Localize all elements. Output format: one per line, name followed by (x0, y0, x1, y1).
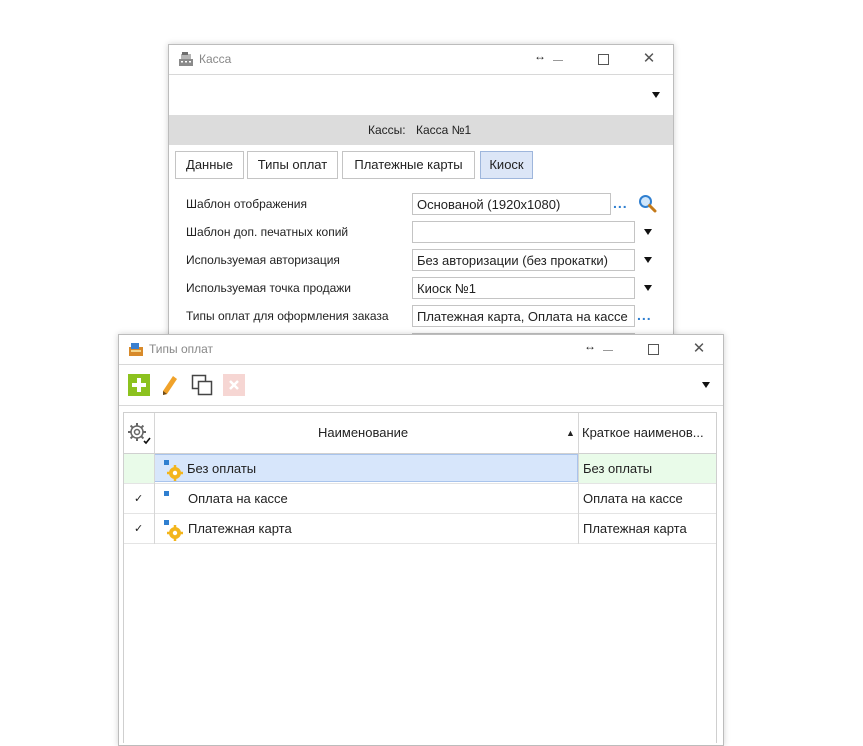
field-label-print-copies: Шаблон доп. печатных копий (186, 225, 349, 239)
kassa-top-selector[interactable] (169, 74, 673, 116)
header-separator (154, 413, 155, 453)
point-of-sale-field[interactable]: Киоск №1 (412, 277, 635, 299)
column-settings-gear-icon[interactable] (127, 422, 151, 446)
resize-arrows-icon[interactable]: ↔ (584, 339, 596, 353)
chevron-down-icon[interactable] (702, 382, 710, 388)
maximize-button[interactable] (648, 344, 659, 355)
payment-types-grid: Наименование ▲ Краткое наименов... Без о… (123, 412, 717, 743)
row-short-name: Без оплаты (583, 461, 653, 476)
add-icon[interactable] (128, 374, 150, 396)
row-short-name: Оплата на кассе (583, 491, 683, 506)
payment-types-titlebar[interactable]: Типы оплат ↔ ✕ (119, 335, 723, 363)
kassa-title: Касса (199, 52, 232, 66)
header-separator (578, 413, 579, 453)
kassy-value: Касса №1 (416, 123, 472, 137)
column-separator (154, 454, 155, 544)
row-check-cell[interactable] (124, 454, 154, 483)
print-copies-field[interactable] (412, 221, 635, 243)
kassa-window: Касса ↔ ✕ Кассы: Касса №1 Данные Типы оп… (168, 44, 674, 366)
field-label-payment-types: Типы оплат для оформления заказа (186, 309, 389, 323)
minimize-button[interactable] (553, 60, 563, 61)
gear-badge-icon (164, 460, 183, 481)
maximize-button[interactable] (598, 54, 609, 65)
field-label-template: Шаблон отображения (186, 197, 307, 211)
kassy-label: Кассы: (368, 123, 406, 137)
field-label-point-of-sale: Используемая точка продажи (186, 281, 351, 295)
minimize-button[interactable] (603, 350, 613, 351)
payment-types-window: Типы оплат ↔ ✕ Наименование ▲ Краткое на… (118, 334, 724, 746)
authorization-field[interactable]: Без авторизации (без прокатки) (412, 249, 635, 271)
payment-types-app-icon (129, 343, 143, 356)
tab-kiosk[interactable]: Киоск (480, 151, 533, 179)
chevron-down-icon[interactable] (652, 92, 660, 98)
close-button[interactable]: ✕ (639, 49, 659, 69)
table-row[interactable]: ✓ Оплата на кассе Оплата на кассе (124, 484, 716, 514)
delete-icon[interactable] (223, 374, 245, 396)
template-ellipsis-button[interactable]: ... (613, 195, 628, 211)
kassy-bar: Кассы: Касса №1 (169, 115, 673, 145)
row-name: Платежная карта (188, 521, 292, 536)
column-header-name[interactable]: Наименование (318, 413, 408, 453)
payment-types-ellipsis-button[interactable]: ... (637, 307, 652, 323)
field-label-authorization: Используемая авторизация (186, 253, 340, 267)
chevron-down-icon[interactable] (644, 257, 652, 263)
row-short-name: Платежная карта (583, 521, 687, 536)
column-header-short-name[interactable]: Краткое наименов... (582, 413, 704, 453)
kassa-titlebar[interactable]: Касса ↔ ✕ (169, 45, 673, 73)
gear-badge-icon (164, 520, 183, 541)
tab-platezhnye-karty[interactable]: Платежные карты (342, 151, 475, 179)
resize-arrows-icon[interactable]: ↔ (534, 49, 546, 63)
payment-types-toolbar (119, 364, 723, 406)
template-field[interactable]: Основаной (1920x1080) (412, 193, 611, 215)
column-separator (578, 454, 579, 544)
row-name: Без оплаты (187, 461, 257, 476)
close-button[interactable]: ✕ (689, 339, 709, 359)
edit-pencil-icon[interactable] (159, 374, 181, 396)
row-checkbox[interactable]: ✓ (134, 492, 143, 505)
tab-dannye[interactable]: Данные (175, 151, 244, 179)
row-name: Оплата на кассе (188, 491, 288, 506)
cash-register-icon (179, 52, 193, 66)
payment-types-field[interactable]: Платежная карта, Оплата на кассе (412, 305, 635, 327)
table-row[interactable]: ✓ Платежная карта Платежная карта (124, 514, 716, 544)
sort-ascending-icon[interactable]: ▲ (566, 413, 575, 453)
tab-tipy-oplat[interactable]: Типы оплат (247, 151, 338, 179)
grid-header: Наименование ▲ Краткое наименов... (124, 413, 716, 454)
payment-types-title: Типы оплат (149, 342, 214, 356)
copy-icon[interactable] (191, 374, 213, 396)
table-row[interactable]: Без оплаты Без оплаты (124, 454, 716, 484)
search-icon[interactable] (638, 194, 657, 213)
chevron-down-icon[interactable] (644, 229, 652, 235)
square-icon (164, 491, 169, 496)
chevron-down-icon[interactable] (644, 285, 652, 291)
row-checkbox[interactable]: ✓ (134, 522, 143, 535)
